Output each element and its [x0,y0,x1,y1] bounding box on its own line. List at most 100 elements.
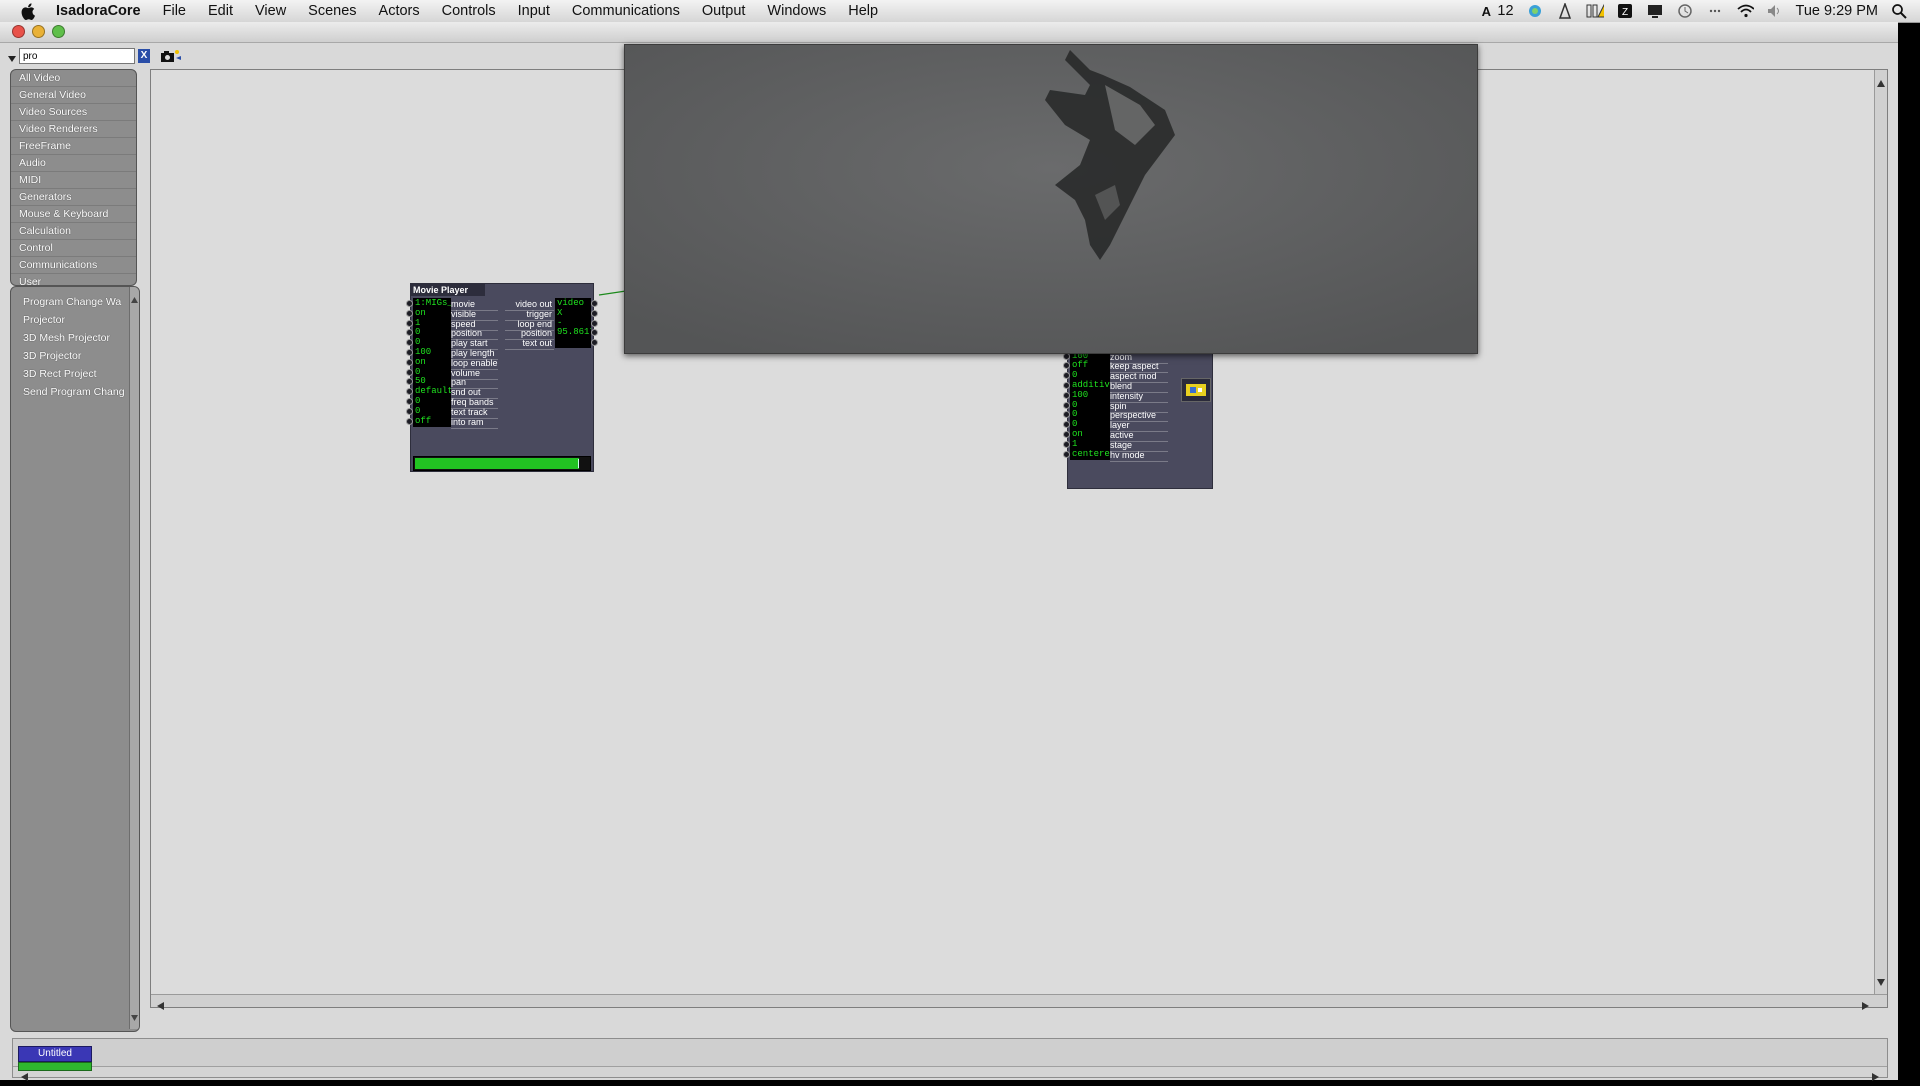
input-value-into-ram[interactable]: off [413,415,451,427]
inlet-port[interactable] [1063,382,1070,389]
canvas-vertical-scrollbar[interactable] [1874,70,1887,1007]
movie-player-actor[interactable]: Movie Player 1:MIGs_ movie on visible 1 speed… [406,283,598,472]
menu-edit[interactable]: Edit [197,3,244,19]
movie-player-title[interactable]: Movie Player [411,284,485,296]
scene-tab-untitled[interactable]: Untitled [18,1046,92,1062]
category-all-video[interactable]: All Video [11,70,136,87]
inlet-port[interactable] [406,368,413,376]
actor-item-projector[interactable]: Projector [11,311,129,329]
time-machine-icon[interactable] [1676,3,1694,19]
menu-output[interactable]: Output [691,3,757,19]
outlet-port[interactable] [591,329,598,337]
camera-icon[interactable] [160,49,182,63]
category-generators[interactable]: Generators [11,189,136,206]
scroll-left-arrow-icon[interactable] [157,997,164,1015]
actor-item-send-program-change[interactable]: Send Program Chang [11,383,129,401]
inlet-port[interactable] [406,407,413,415]
zoom-window-button[interactable] [52,25,65,38]
stage-preview-window[interactable] [624,44,1478,354]
scroll-down-arrow-icon[interactable] [1877,973,1885,991]
movie-progress-marker [578,459,579,468]
close-window-button[interactable] [12,25,25,38]
minimize-window-button[interactable] [32,25,45,38]
projector-monitor-icon[interactable] [1181,378,1211,402]
scroll-right-arrow-icon[interactable] [1872,1068,1879,1086]
inlet-port[interactable] [406,388,413,396]
scroll-up-arrow-icon[interactable] [131,290,138,308]
menu-app-name[interactable]: IsadoraCore [52,3,152,19]
category-user[interactable]: User [11,274,136,285]
inlet-port[interactable] [406,329,413,337]
inlet-port[interactable] [1063,391,1070,399]
category-midi[interactable]: MIDI [11,172,136,189]
actor-list-scrollbar[interactable] [129,287,139,1029]
canvas-horizontal-scrollbar[interactable] [151,994,1887,1010]
scroll-right-arrow-icon[interactable] [1862,997,1869,1015]
menu-actors[interactable]: Actors [368,3,431,19]
actor-item-program-change-watcher[interactable]: Program Change Wa [11,293,129,311]
menu-view[interactable]: View [244,3,297,19]
sync-icon[interactable] [1526,3,1544,19]
menu-file[interactable]: File [152,3,197,19]
inlet-port[interactable] [1063,372,1070,380]
z-icon[interactable]: Z [1616,3,1634,19]
category-mouse-keyboard[interactable]: Mouse & Keyboard [11,206,136,223]
warning-icon[interactable] [1586,3,1604,19]
menu-communications[interactable]: Communications [561,3,691,19]
scene-scrollbar[interactable] [13,1066,1887,1081]
bluetooth-icon[interactable] [1706,3,1724,19]
apple-icon[interactable] [18,1,38,21]
inlet-port[interactable] [406,300,413,307]
scroll-up-arrow-icon[interactable] [1877,74,1885,92]
disclosure-triangle-icon[interactable] [8,51,16,62]
inlet-port[interactable] [406,358,413,366]
category-freeframe[interactable]: FreeFrame [11,138,136,155]
inlet-port[interactable] [1063,431,1070,438]
category-audio[interactable]: Audio [11,155,136,172]
menu-windows[interactable]: Windows [756,3,837,19]
adobe-icon[interactable]: A [1477,3,1495,19]
outlet-port[interactable] [591,319,598,327]
projector-value-hv-mode[interactable]: centered [1070,448,1110,460]
inlet-port[interactable] [1063,362,1070,370]
spotlight-search-icon[interactable] [1890,3,1908,19]
outlet-port[interactable] [591,300,598,307]
inlet-port[interactable] [1063,401,1070,409]
outlet-port[interactable] [591,339,598,347]
menu-help[interactable]: Help [837,3,889,19]
category-general-video[interactable]: General Video [11,87,136,104]
inlet-port[interactable] [406,398,413,405]
inlet-port[interactable] [1063,421,1070,429]
movie-progress-bar [413,456,591,471]
inlet-port[interactable] [1063,450,1070,458]
outlet-port[interactable] [591,309,598,317]
wifi-icon[interactable] [1736,3,1754,19]
category-control[interactable]: Control [11,240,136,257]
inlet-port[interactable] [1063,411,1070,419]
clock[interactable]: Tue 9:29 PM [1796,3,1878,19]
volume-icon[interactable] [1766,3,1784,19]
category-calculation[interactable]: Calculation [11,223,136,240]
actor-search-input[interactable] [19,48,135,64]
inlet-port[interactable] [406,417,413,425]
inlet-port[interactable] [1063,440,1070,448]
category-video-renderers[interactable]: Video Renderers [11,121,136,138]
menu-controls[interactable]: Controls [431,3,507,19]
menu-bar: IsadoraCore File Edit View Scenes Actors… [0,0,1920,23]
actor-item-3d-rect-projector[interactable]: 3D Rect Project [11,365,129,383]
inlet-port[interactable] [406,319,413,327]
scroll-down-arrow-icon[interactable] [131,1008,138,1026]
tower-icon[interactable] [1556,3,1574,19]
actor-item-3d-projector[interactable]: 3D Projector [11,347,129,365]
inlet-port[interactable] [406,349,413,356]
inlet-port[interactable] [406,378,413,386]
inlet-port[interactable] [406,309,413,317]
inlet-port[interactable] [406,339,413,347]
category-communications[interactable]: Communications [11,257,136,274]
display-icon[interactable] [1646,3,1664,19]
clear-search-button[interactable]: X [138,49,150,63]
menu-input[interactable]: Input [507,3,561,19]
menu-scenes[interactable]: Scenes [297,3,367,19]
category-video-sources[interactable]: Video Sources [11,104,136,121]
actor-item-3d-mesh-projector[interactable]: 3D Mesh Projector [11,329,129,347]
